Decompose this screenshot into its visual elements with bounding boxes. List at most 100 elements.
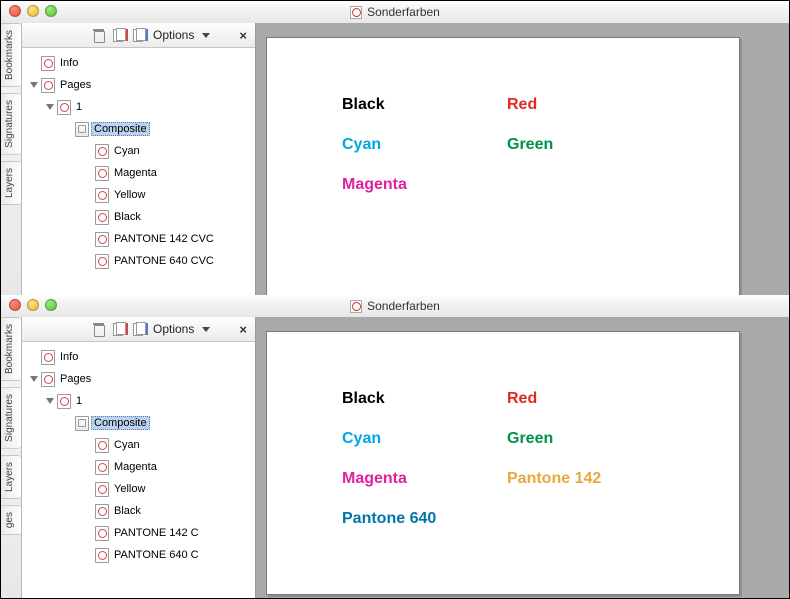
titlebar[interactable]: Sonderfarben xyxy=(1,1,789,24)
side-tab-signatures[interactable]: Signatures xyxy=(1,93,21,155)
close-panel-button[interactable]: × xyxy=(237,28,249,43)
page-icon xyxy=(41,372,55,387)
document-page: Black Cyan Magenta Pantone 640 Red Green Panto… xyxy=(266,331,740,595)
disclosure-triangle-icon[interactable] xyxy=(46,104,54,110)
side-tab-layers[interactable]: Layers xyxy=(1,455,21,499)
bookmark-label: Cyan xyxy=(114,439,140,451)
tree-sep-3[interactable]: Black xyxy=(22,500,255,522)
tree-sep-1[interactable]: Magenta xyxy=(22,456,255,478)
document-viewport[interactable]: Black Cyan Magenta Pantone 640 Red Green Panto… xyxy=(256,317,789,598)
tree-composite[interactable]: Composite xyxy=(22,412,255,434)
tree-page-1[interactable]: 1 xyxy=(22,390,255,412)
panel-toolbar: Options × xyxy=(22,317,255,342)
titlebar[interactable]: Sonderfarben xyxy=(1,295,789,318)
bookmark-tree[interactable]: Info Pages 1 Composite Cyan Magenta Yell… xyxy=(22,48,255,295)
tree-sep-5[interactable]: PANTONE 640 C xyxy=(22,544,255,566)
bookmark-label: Black xyxy=(114,505,141,517)
page-icon xyxy=(95,482,109,497)
new-bookmark-icon[interactable] xyxy=(113,28,127,42)
window-body: Bookmarks Signatures Layers Options × Info… xyxy=(1,23,789,295)
side-tab-bookmarks[interactable]: Bookmarks xyxy=(1,23,21,87)
side-tab-bookmarks[interactable]: Bookmarks xyxy=(1,317,21,381)
swatch-text: Magenta xyxy=(342,470,407,488)
window-title: Sonderfarben xyxy=(1,295,789,317)
swatch-text: Pantone 640 xyxy=(342,510,436,528)
tree-sep-1[interactable]: Magenta xyxy=(22,162,255,184)
page-icon xyxy=(95,254,109,269)
tree-pages[interactable]: Pages xyxy=(22,74,255,96)
page-icon xyxy=(41,56,55,71)
document-page: BlackCyanMagentaRedGreen xyxy=(266,37,740,295)
bookmark-label: Cyan xyxy=(114,145,140,157)
document-viewport[interactable]: BlackCyanMagentaRedGreen xyxy=(256,23,789,295)
swatch-text: Pantone 142 xyxy=(507,470,601,488)
new-bookmark-from-structure-icon[interactable] xyxy=(133,28,147,42)
swatch-text: Red xyxy=(507,96,537,114)
tree-sep-2[interactable]: Yellow xyxy=(22,184,255,206)
trash-icon[interactable] xyxy=(92,28,107,43)
window-title-text: Sonderfarben xyxy=(367,5,440,19)
bookmark-label: Info xyxy=(60,57,78,69)
side-tab-ges[interactable]: ges xyxy=(1,505,21,535)
page-icon xyxy=(95,210,109,225)
tree-sep-0[interactable]: Cyan xyxy=(22,140,255,162)
side-tab-signatures[interactable]: Signatures xyxy=(1,387,21,449)
tree-pages[interactable]: Pages xyxy=(22,368,255,390)
page-icon xyxy=(95,232,109,247)
disclosure-triangle-icon[interactable] xyxy=(46,398,54,404)
page-icon xyxy=(95,504,109,519)
close-panel-button[interactable]: × xyxy=(237,322,249,337)
bookmark-label: PANTONE 640 C xyxy=(114,549,199,561)
page-icon xyxy=(57,394,71,409)
tree-sep-4[interactable]: PANTONE 142 C xyxy=(22,522,255,544)
disclosure-triangle-icon[interactable] xyxy=(30,82,38,88)
bookmark-tree[interactable]: Info Pages 1 Composite Cyan Magenta Yell… xyxy=(22,342,255,598)
pdf-icon xyxy=(350,6,362,19)
tree-sep-2[interactable]: Yellow xyxy=(22,478,255,500)
bookmark-label: PANTONE 142 C xyxy=(114,527,199,539)
page-icon xyxy=(41,350,55,365)
page-icon xyxy=(95,188,109,203)
bookmarks-panel: Options × Info Pages 1 Composite Cyan Ma… xyxy=(22,23,256,295)
swatch-text: Black xyxy=(342,390,385,408)
page-icon xyxy=(95,526,109,541)
swatch-text: Black xyxy=(342,96,385,114)
bookmark-label: Magenta xyxy=(114,167,157,179)
disclosure-triangle-icon[interactable] xyxy=(30,376,38,382)
bookmark-label: PANTONE 640 CVC xyxy=(114,255,214,267)
bookmark-label: Magenta xyxy=(114,461,157,473)
tree-sep-5[interactable]: PANTONE 640 CVC xyxy=(22,250,255,272)
new-bookmark-icon[interactable] xyxy=(113,322,127,336)
page-icon xyxy=(41,78,55,93)
page-icon xyxy=(95,548,109,563)
trash-icon[interactable] xyxy=(92,322,107,337)
pdf-icon xyxy=(350,300,362,313)
chevron-down-icon xyxy=(202,327,210,332)
bookmark-label: Composite xyxy=(91,122,150,136)
page-icon xyxy=(95,460,109,475)
tree-info[interactable]: Info xyxy=(22,346,255,368)
bookmark-label: Yellow xyxy=(114,483,145,495)
options-menu[interactable]: Options xyxy=(153,28,194,42)
tree-composite[interactable]: Composite xyxy=(22,118,255,140)
tree-sep-0[interactable]: Cyan xyxy=(22,434,255,456)
swatch-text: Red xyxy=(507,390,537,408)
side-tab-layers[interactable]: Layers xyxy=(1,161,21,205)
tree-page-1[interactable]: 1 xyxy=(22,96,255,118)
tree-sep-4[interactable]: PANTONE 142 CVC xyxy=(22,228,255,250)
swatch-text: Green xyxy=(507,430,553,448)
bookmark-label: 1 xyxy=(76,395,82,407)
window-bottom: Sonderfarben Bookmarks Signatures Layers ge… xyxy=(1,295,789,598)
page-icon xyxy=(95,438,109,453)
window-title: Sonderfarben xyxy=(1,1,789,23)
swatch-text: Green xyxy=(507,136,553,154)
side-tabs: Bookmarks Signatures Layers xyxy=(1,23,22,295)
swatch-text: Cyan xyxy=(342,430,381,448)
tree-info[interactable]: Info xyxy=(22,52,255,74)
app-frame: Sonderfarben Bookmarks Signatures Layers O… xyxy=(0,0,790,599)
options-menu[interactable]: Options xyxy=(153,322,194,336)
tree-sep-3[interactable]: Black xyxy=(22,206,255,228)
new-bookmark-from-structure-icon[interactable] xyxy=(133,322,147,336)
window-top: Sonderfarben Bookmarks Signatures Layers O… xyxy=(1,1,789,295)
bookmark-label: Info xyxy=(60,351,78,363)
